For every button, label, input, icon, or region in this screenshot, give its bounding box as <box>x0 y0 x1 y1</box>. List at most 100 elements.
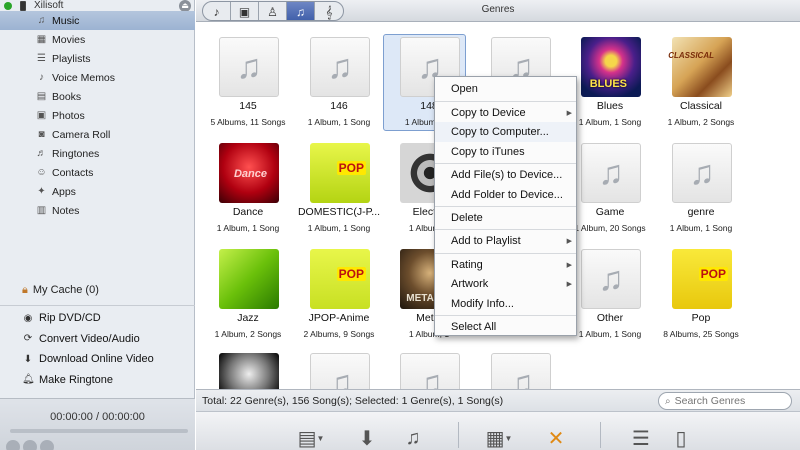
tab-artists[interactable]: ♙ <box>259 2 287 20</box>
list-icon: ☰ <box>632 427 650 450</box>
player-time: 00:00:00 / 00:00:00 <box>50 411 145 423</box>
top-bar: Genres ♪ ▣ ♙ ♫ 𝄞 <box>196 0 800 22</box>
album-artwork: POP <box>672 249 732 309</box>
convert-icon: ⟳ <box>23 333 33 345</box>
delete-button[interactable]: ✕ <box>541 425 571 450</box>
music-note-icon: ♫ <box>310 353 370 389</box>
connected-indicator-icon <box>4 1 12 10</box>
menu-item-delete[interactable]: Delete <box>435 208 576 228</box>
microphone-icon: ♪ <box>39 72 44 83</box>
artwork-text: BLUES <box>589 78 627 90</box>
notes-icon: ▥ <box>36 205 47 216</box>
menu-item-modify-info[interactable]: Modify Info... <box>435 294 576 314</box>
add-to-device-button[interactable]: ▤ ▼ <box>296 425 326 450</box>
next-icon[interactable] <box>40 440 54 450</box>
tab-genres[interactable]: ♫ <box>287 2 315 20</box>
add-file-icon: ▤ <box>297 427 317 450</box>
book-icon: ▤ <box>36 91 47 102</box>
sidebar-item-movies[interactable]: ▦ Movies <box>0 30 195 49</box>
menu-item-open[interactable]: Open <box>435 79 576 99</box>
status-bar: Total: 22 Genre(s), 156 Song(s); Selecte… <box>196 389 800 411</box>
copy-to-computer-button[interactable]: ⬇ <box>352 425 382 450</box>
make-ringtone-button[interactable]: 🔔︎ Make Ringtone <box>0 370 195 391</box>
sidebar-item-notes[interactable]: ▥ Notes <box>0 201 195 220</box>
device-name: Xilisoft <box>34 0 64 11</box>
delete-x-icon: ✕ <box>547 427 565 450</box>
music-note-icon: ♫ <box>310 37 370 97</box>
menu-separator <box>435 163 576 164</box>
menu-separator <box>435 101 576 102</box>
music-note-icon: ♫ <box>581 249 641 309</box>
sidebar-item-apps[interactable]: ✦ Apps <box>0 182 195 201</box>
music-note-icon: ♫ <box>581 143 641 203</box>
sidebar-item-books[interactable]: ▤ Books <box>0 87 195 106</box>
sidebar-item-my-cache[interactable]: 🔒︎ My Cache (0) <box>0 279 195 301</box>
view-tabs: ♪ ▣ ♙ ♫ 𝄞 <box>202 1 344 21</box>
menu-item-add-to-playlist[interactable]: Add to Playlist ▶ <box>435 231 576 251</box>
disc-icon: ◉ <box>23 312 33 324</box>
menu-separator <box>435 229 576 230</box>
add-to-playlist-button[interactable]: ▦ ▼ <box>484 425 514 450</box>
genre-name: 145 <box>239 100 257 112</box>
music-note-icon: ♫ <box>37 15 46 26</box>
bell-icon: ♬ <box>36 148 47 159</box>
copy-to-itunes-button[interactable]: ♫ <box>398 425 428 450</box>
genre-name: Dance <box>232 206 264 218</box>
dropdown-arrow-icon: ▼ <box>504 433 513 443</box>
tab-songs[interactable]: ♪ <box>203 2 231 20</box>
menu-item-copy-to-device[interactable]: Copy to Device ▶ <box>435 103 576 123</box>
album-artwork: Dance <box>219 143 279 203</box>
contacts-icon: ☺ <box>36 167 47 178</box>
tab-composers[interactable]: 𝄞 <box>315 2 343 20</box>
artwork-text: Dance <box>233 168 267 180</box>
sidebar-divider <box>0 305 195 306</box>
sidebar-item-music[interactable]: ♫ Music <box>0 11 195 30</box>
play-icon[interactable] <box>23 440 37 450</box>
download-online-video-button[interactable]: ⬇ Download Online Video <box>0 349 195 370</box>
genre-name: JPOP-Anime <box>308 312 370 324</box>
album-artwork: CLASSICAL <box>668 37 732 97</box>
my-cache-label: My Cache (0) <box>32 284 99 296</box>
player-progress-slider[interactable] <box>10 429 188 433</box>
treble-clef-icon: 𝄞 <box>325 4 333 19</box>
sidebar-item-voice-memos[interactable]: ♪ Voice Memos <box>0 68 195 87</box>
menu-item-artwork[interactable]: Artwork ▶ <box>435 274 576 294</box>
sidebar: Xilisoft ⏏ ♫ Music ▦ Movies ☰ Playlists ♪ Vo… <box>0 0 195 450</box>
sidebar-item-contacts[interactable]: ☺ Contacts <box>0 163 195 182</box>
sidebar-item-ringtones[interactable]: ♬ Ringtones <box>0 144 195 163</box>
music-note-icon: ♫ <box>400 353 460 389</box>
genre-name: Classical <box>679 100 722 112</box>
bottom-toolbar: ▤ ▼ ⬇ ♫ ▦ ▼ ✕ ☰ ▯ <box>196 411 800 450</box>
menu-item-copy-to-itunes[interactable]: Copy to iTunes <box>435 142 576 162</box>
device-button[interactable]: ▯ <box>666 425 696 450</box>
sidebar-item-playlists[interactable]: ☰ Playlists <box>0 49 195 68</box>
sidebar-tools: ◉ Rip DVD/CD ⟳ Convert Video/Audio ⬇ Downlo… <box>0 308 195 390</box>
album-artwork <box>219 353 279 389</box>
backup-button[interactable]: ☰ <box>626 425 656 450</box>
menu-item-add-folder[interactable]: Add Folder to Device... <box>435 185 576 205</box>
player-controls <box>6 440 54 450</box>
artwork-text: POP <box>336 161 366 175</box>
genre-name: Pop <box>691 312 711 324</box>
menu-item-add-files[interactable]: Add File(s) to Device... <box>435 165 576 185</box>
toolbar-divider <box>600 422 601 448</box>
sidebar-item-photos[interactable]: ▣ Photos <box>0 106 195 125</box>
menu-item-rating[interactable]: Rating ▶ <box>435 255 576 275</box>
rip-dvd-cd-button[interactable]: ◉ Rip DVD/CD <box>0 308 195 329</box>
convert-video-audio-button[interactable]: ⟳ Convert Video/Audio <box>0 329 195 350</box>
search-box[interactable]: ⌕ <box>658 392 792 410</box>
tab-albums[interactable]: ▣ <box>231 2 259 20</box>
bell-icon: 🔔︎ <box>22 374 35 386</box>
download-icon: ⬇ <box>23 353 33 365</box>
genre-count: 8 Albums, 25 Songs <box>663 329 739 339</box>
previous-icon[interactable] <box>6 440 20 450</box>
sidebar-item-camera-roll[interactable]: ◙ Camera Roll <box>0 125 195 144</box>
search-input[interactable] <box>674 395 775 407</box>
menu-separator <box>435 253 576 254</box>
album-artwork <box>219 249 279 309</box>
device-row[interactable]: Xilisoft ⏏ <box>0 0 195 12</box>
menu-item-select-all[interactable]: Select All <box>435 317 576 337</box>
genre-count: 1 Album, 2 Songs <box>667 117 735 127</box>
camera-icon: ◙ <box>38 129 45 140</box>
menu-item-copy-to-computer[interactable]: Copy to Computer... <box>435 122 576 142</box>
